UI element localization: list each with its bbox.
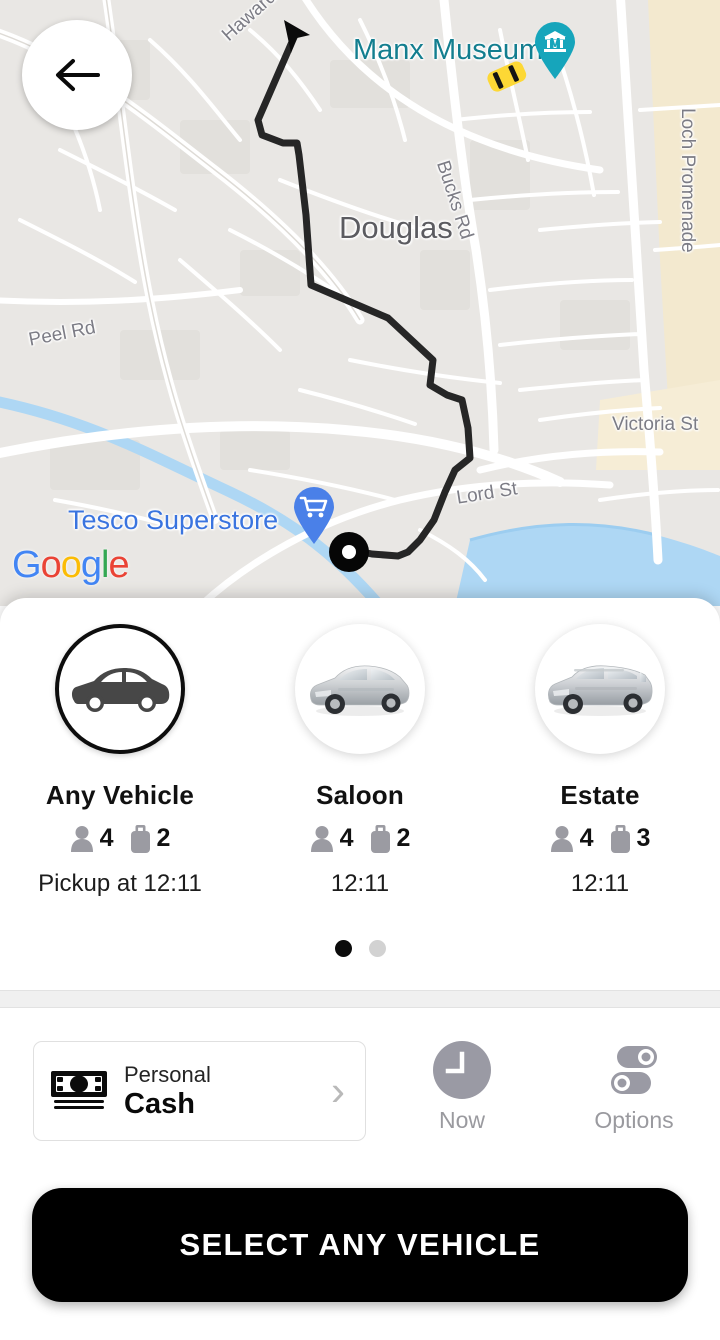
luggage-count: 2	[396, 824, 411, 852]
vehicle-capacity: 4 2	[310, 824, 411, 853]
passenger-icon	[70, 826, 93, 852]
luggage-count: 3	[636, 824, 651, 852]
vehicle-pickup-time: 12:11	[571, 870, 629, 898]
vehicle-avatar-estate[interactable]	[535, 624, 665, 754]
navigation-cursor-marker-icon	[284, 20, 310, 53]
estate-car-photo	[548, 665, 653, 716]
back-button[interactable]	[22, 20, 132, 130]
payment-method-name: Cash	[124, 1088, 195, 1121]
ride-options-label: Options	[594, 1107, 674, 1133]
passenger-count: 4	[579, 824, 594, 852]
passenger-icon	[310, 826, 333, 852]
payment-options-row: Personal Cash › Now Options	[0, 1041, 720, 1145]
vehicle-name: Estate	[560, 780, 640, 810]
google-attribution: Google	[12, 544, 130, 587]
luggage-icon	[130, 824, 150, 853]
schedule-time-button[interactable]: Now	[397, 1041, 527, 1145]
vehicle-capacity: 4 3	[550, 824, 651, 853]
ride-options-button[interactable]: Options	[569, 1041, 699, 1145]
vehicle-name: Saloon	[316, 780, 404, 810]
map-view[interactable]: Manx Museum Douglas Hawarden Ave Bucks R…	[0, 0, 720, 606]
carousel-pagination[interactable]	[0, 940, 720, 957]
pagination-dot-1[interactable]	[334, 940, 352, 957]
vehicle-card-estate[interactable]: Estate 4 3 12:11	[480, 624, 720, 924]
toggles-icon	[611, 1046, 657, 1094]
chevron-right-icon: ›	[331, 1067, 345, 1114]
back-arrow-icon	[56, 59, 100, 91]
vehicle-avatar-saloon[interactable]	[295, 624, 425, 754]
pickup-location-marker-icon	[329, 532, 369, 572]
pickup-time-value: 12:11	[570, 870, 630, 897]
passenger-icon	[550, 826, 573, 852]
vehicle-name: Any Vehicle	[45, 780, 195, 810]
cash-banknote-icon	[51, 1071, 107, 1109]
clock-icon	[433, 1041, 491, 1099]
payment-account-type: Personal	[124, 1061, 211, 1087]
luggage-icon	[610, 824, 630, 853]
pickup-time-prefix: Pickup at	[38, 870, 144, 897]
google-letter-g: g	[80, 544, 102, 586]
saloon-car-photo	[310, 665, 410, 716]
select-vehicle-button[interactable]: SELECT ANY VEHICLE	[32, 1188, 688, 1302]
vehicle-pickup-time: 12:11	[331, 870, 389, 898]
google-letter-G: G	[12, 544, 42, 586]
google-letter-o2: o	[60, 544, 82, 586]
pickup-time-value: 12:11	[330, 870, 390, 897]
sedan-silhouette-icon	[71, 668, 170, 712]
google-letter-e: e	[108, 544, 129, 586]
taxi-car-marker-icon	[487, 61, 527, 92]
ride-booking-screen: Manx Museum Douglas Hawarden Ave Bucks R…	[0, 0, 720, 1340]
vehicle-carousel[interactable]: Any Vehicle 4 2 Pickup at 12:11 Saloon 4…	[0, 624, 720, 924]
pickup-time-value: 12:11	[143, 870, 202, 897]
passenger-count: 4	[99, 824, 114, 852]
vehicle-avatar-any-vehicle[interactable]	[55, 624, 185, 754]
vehicle-card-saloon[interactable]: Saloon 4 2 12:11	[240, 624, 480, 924]
vehicle-capacity: 4 2	[70, 824, 171, 853]
vehicle-pickup-time: Pickup at 12:11	[38, 870, 202, 898]
museum-pin-icon[interactable]: M	[533, 22, 577, 80]
luggage-icon	[370, 824, 390, 853]
schedule-time-label: Now	[438, 1107, 485, 1133]
luggage-count: 2	[156, 824, 171, 852]
pagination-dot-2[interactable]	[368, 940, 386, 957]
google-letter-o1: o	[40, 544, 62, 586]
section-divider	[0, 990, 720, 1008]
vehicle-card-any-vehicle[interactable]: Any Vehicle 4 2 Pickup at 12:11	[0, 624, 240, 924]
svg-text:M: M	[550, 35, 561, 50]
passenger-count: 4	[339, 824, 354, 852]
payment-method-card[interactable]: Personal Cash ›	[33, 1041, 366, 1141]
